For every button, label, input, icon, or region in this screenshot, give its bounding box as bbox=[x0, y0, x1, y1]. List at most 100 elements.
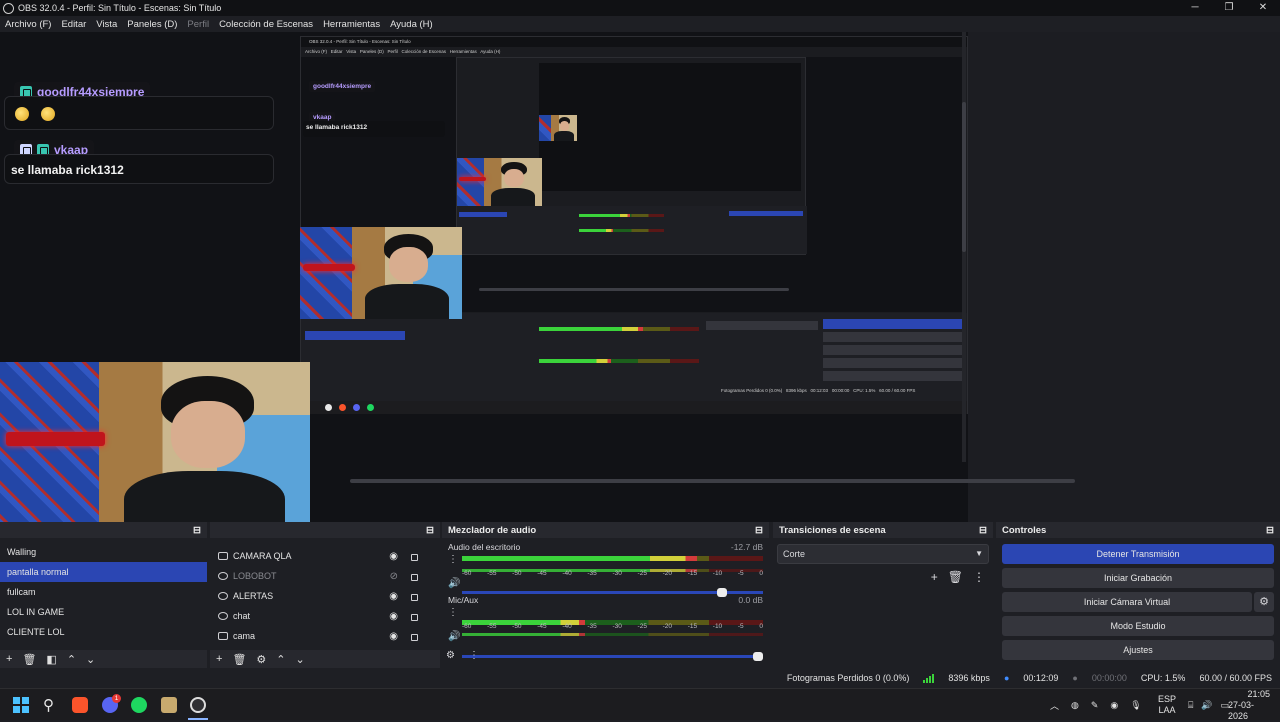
lock-icon[interactable] bbox=[411, 574, 418, 581]
dock-menu-icon[interactable]: ⊟ bbox=[755, 525, 763, 536]
transition-select[interactable]: Corte ▼ bbox=[777, 544, 989, 564]
move-up-button[interactable]: ⌃ bbox=[67, 653, 76, 666]
speaker-icon[interactable]: 🔊 bbox=[448, 578, 460, 589]
visibility-icon[interactable]: ◉ bbox=[389, 591, 398, 602]
add-source-button[interactable]: + bbox=[216, 653, 222, 665]
add-scene-button[interactable]: + bbox=[6, 653, 12, 665]
menu-vista[interactable]: Vista bbox=[96, 19, 117, 30]
close-button[interactable]: ✕ bbox=[1246, 0, 1280, 16]
source-item[interactable]: CAMARA QLA ◉ bbox=[210, 546, 440, 566]
volume-slider[interactable] bbox=[462, 652, 763, 661]
scene-item-selected[interactable]: pantalla normal bbox=[0, 562, 207, 582]
start-virtual-camera-button[interactable]: Iniciar Cámara Virtual bbox=[1002, 592, 1252, 612]
scenes-header: ⊟ bbox=[0, 522, 207, 538]
transition-value: Corte bbox=[783, 549, 806, 559]
volume-knob[interactable] bbox=[753, 652, 763, 661]
scene-item[interactable]: CLIENTE LOL bbox=[0, 622, 207, 642]
scene-item[interactable]: Walling bbox=[0, 542, 207, 562]
visibility-icon[interactable]: ◉ bbox=[389, 611, 398, 622]
window-title: OBS 32.0.4 - Perfil: Sin Título - Escena… bbox=[18, 3, 222, 13]
obs-logo-icon bbox=[3, 2, 14, 14]
menu-paneles[interactable]: Paneles (D) bbox=[127, 19, 177, 30]
menu-coleccion-escenas[interactable]: Colección de Escenas bbox=[219, 19, 313, 30]
channel-name: Audio del escritorio bbox=[448, 542, 521, 552]
preview-scrollbar-h[interactable] bbox=[350, 479, 1075, 483]
maximize-button[interactable]: ❐ bbox=[1212, 0, 1246, 16]
visibility-off-icon[interactable]: ⊘ bbox=[390, 571, 398, 582]
volume-knob[interactable] bbox=[716, 588, 727, 597]
league-icon[interactable] bbox=[161, 697, 177, 713]
menu-bar: Archivo (F) Editar Vista Paneles (D) Per… bbox=[0, 16, 1280, 32]
dropped-frames: Fotogramas Perdidos 0 (0.0%) bbox=[786, 673, 910, 683]
pen-icon[interactable]: ✎ bbox=[1091, 700, 1099, 711]
preview-area[interactable]: goodlfr44xsiempre vkaap se llamaba rick1… bbox=[0, 32, 1280, 522]
settings-button[interactable]: Ajustes bbox=[1002, 640, 1274, 660]
minimize-button[interactable]: ─ bbox=[1178, 0, 1212, 16]
emote-icon bbox=[15, 107, 29, 121]
channel-menu-icon[interactable]: ⋮ bbox=[448, 607, 458, 618]
meter-level bbox=[462, 633, 586, 636]
tray-status-icons[interactable]: ⌸ 🔊 ▭ bbox=[1188, 689, 1229, 721]
remove-transition-button[interactable]: 🗑 bbox=[948, 570, 963, 584]
lock-icon[interactable] bbox=[411, 634, 418, 641]
remove-scene-button[interactable]: 🗑 bbox=[22, 653, 36, 666]
scene-filters-button[interactable]: ◧ bbox=[46, 653, 56, 666]
menu-archivo[interactable]: Archivo (F) bbox=[5, 19, 51, 30]
add-transition-button[interactable]: + bbox=[931, 570, 938, 584]
transitions-body: Corte ▼ + 🗑 ⋮ bbox=[773, 538, 993, 668]
source-item[interactable]: ALERTAS ◉ bbox=[210, 586, 440, 606]
menu-editar[interactable]: Editar bbox=[61, 19, 86, 30]
clock[interactable]: 21:05 27-03-2026 bbox=[1228, 689, 1270, 721]
steam-icon[interactable]: ◍ bbox=[1071, 700, 1079, 711]
mixer-header: Mezclador de audio ⊟ bbox=[442, 522, 769, 538]
channel-menu-icon[interactable]: ⋮ bbox=[448, 554, 458, 565]
source-properties-button[interactable]: ⚙ bbox=[256, 653, 266, 666]
move-down-button[interactable]: ⌄ bbox=[86, 653, 95, 666]
virtual-camera-settings-icon[interactable]: ⚙ bbox=[1254, 592, 1274, 612]
move-down-button[interactable]: ⌄ bbox=[296, 653, 305, 666]
lock-icon[interactable] bbox=[411, 594, 418, 601]
dock-menu-icon[interactable]: ⊟ bbox=[426, 525, 434, 536]
windows-start-icon[interactable] bbox=[13, 697, 29, 713]
spotify-icon[interactable] bbox=[131, 697, 147, 713]
advanced-audio-icon[interactable]: ⚙ bbox=[446, 650, 455, 661]
dock-menu-icon[interactable]: ⊟ bbox=[193, 525, 201, 536]
source-item[interactable]: chat ◉ bbox=[210, 606, 440, 626]
tray-chevron-icon[interactable]: ︿ bbox=[1050, 699, 1059, 712]
visibility-icon[interactable]: ◉ bbox=[389, 631, 398, 642]
lock-icon[interactable] bbox=[411, 554, 418, 561]
transitions-header: Transiciones de escena ⊟ bbox=[773, 522, 993, 538]
menu-herramientas[interactable]: Herramientas bbox=[323, 19, 380, 30]
microphone-icon[interactable]: 🎙 bbox=[1130, 700, 1141, 711]
move-up-button[interactable]: ⌃ bbox=[276, 653, 285, 666]
obs-taskbar-icon[interactable] bbox=[190, 697, 206, 713]
remove-source-button[interactable]: 🗑 bbox=[232, 653, 246, 666]
dock-menu-icon[interactable]: ⊟ bbox=[979, 525, 987, 536]
scene-item[interactable]: LOL IN GAME bbox=[0, 602, 207, 622]
discord-tray-icon[interactable]: ◉ bbox=[1110, 700, 1118, 711]
start-recording-button[interactable]: Iniciar Grabación bbox=[1002, 568, 1274, 588]
menu-ayuda[interactable]: Ayuda (H) bbox=[390, 19, 433, 30]
language-indicator[interactable]: ESP LAA bbox=[1158, 689, 1176, 721]
volume-slider[interactable] bbox=[462, 588, 763, 597]
stop-stream-button[interactable]: Detener Transmisión bbox=[1002, 544, 1274, 564]
mixer-menu-icon[interactable]: ⋮ bbox=[469, 650, 479, 661]
transition-toolbar: + 🗑 ⋮ bbox=[931, 570, 985, 584]
studio-mode-button[interactable]: Modo Estudio bbox=[1002, 616, 1274, 636]
transitions-title: Transiciones de escena bbox=[779, 524, 886, 536]
preview-scrollbar-v[interactable] bbox=[962, 102, 966, 252]
source-item[interactable]: LOBOBOT ⊘ bbox=[210, 566, 440, 586]
preview-canvas[interactable]: goodlfr44xsiempre vkaap se llamaba rick1… bbox=[0, 32, 968, 522]
source-item[interactable]: cama ◉ bbox=[210, 626, 440, 646]
speaker-icon[interactable]: 🔊 bbox=[448, 631, 460, 642]
webcam-source[interactable] bbox=[0, 362, 310, 522]
brave-icon[interactable] bbox=[72, 697, 88, 713]
search-icon[interactable]: ⚲ bbox=[43, 696, 54, 714]
transition-menu-icon[interactable]: ⋮ bbox=[973, 570, 985, 584]
menu-perfil[interactable]: Perfil bbox=[187, 19, 209, 30]
lock-icon[interactable] bbox=[411, 614, 418, 621]
dock-menu-icon[interactable]: ⊟ bbox=[1266, 525, 1274, 536]
chat-text: se llamaba rick1312 bbox=[11, 163, 124, 177]
scene-item[interactable]: fullcam bbox=[0, 582, 207, 602]
visibility-icon[interactable]: ◉ bbox=[389, 551, 398, 562]
